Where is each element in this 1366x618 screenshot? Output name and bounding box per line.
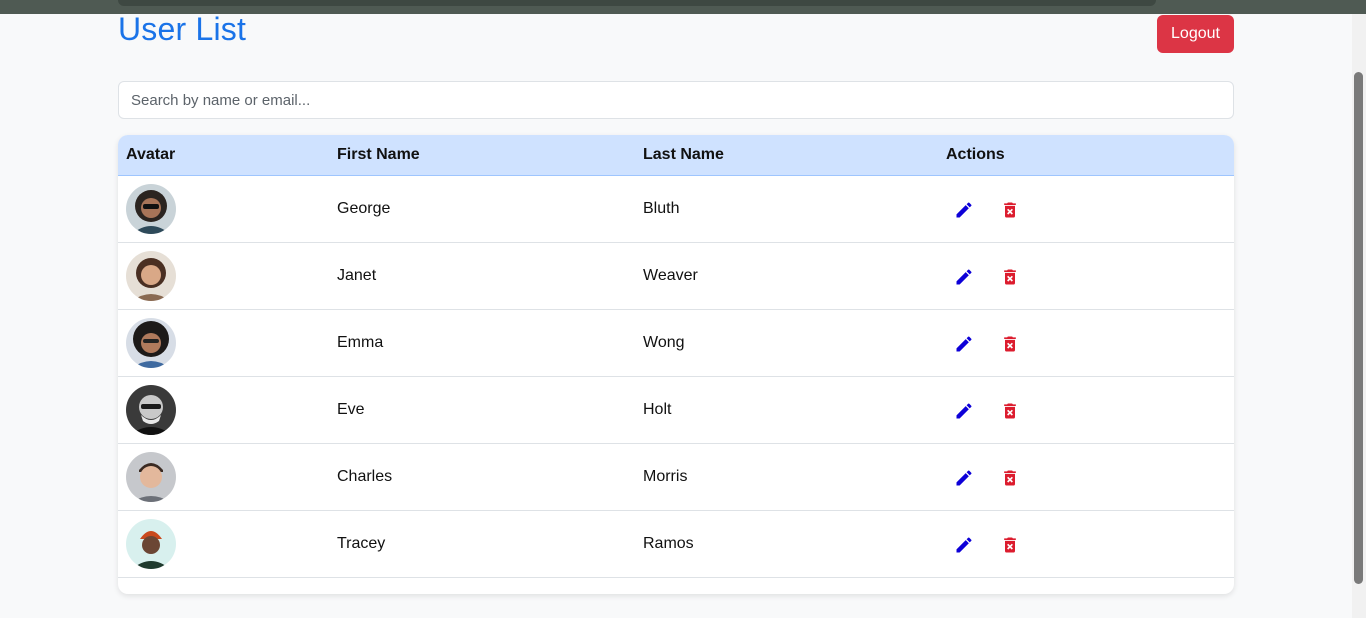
delete-icon[interactable] [1000, 468, 1020, 488]
first-name-cell: Charles [337, 468, 393, 485]
last-name-cell: Ramos [643, 535, 694, 552]
scrollbar-thumb[interactable] [1354, 72, 1363, 584]
logout-button[interactable]: Logout [1157, 15, 1234, 53]
column-header-first-name: First Name [337, 146, 420, 163]
last-name-cell: Morris [643, 468, 688, 485]
page-title: User List [118, 11, 247, 47]
first-name-cell: George [337, 200, 391, 217]
delete-icon[interactable] [1000, 200, 1020, 220]
first-name-cell: Eve [337, 401, 365, 418]
last-name-cell: Bluth [643, 200, 680, 217]
avatar [126, 318, 176, 368]
last-name-cell: Wong [643, 334, 685, 351]
avatar [126, 184, 176, 234]
table-row: Charles Morris [118, 444, 1234, 511]
table-row: Emma Wong [118, 310, 1234, 377]
table-row: George Bluth [118, 176, 1234, 243]
last-name-cell: Holt [643, 401, 672, 418]
table-row: Eve Holt [118, 377, 1234, 444]
table-row: Janet Weaver [118, 243, 1234, 310]
browser-top-bar-inner [118, 0, 1156, 6]
edit-icon[interactable] [954, 267, 974, 287]
column-header-actions: Actions [946, 146, 1005, 163]
avatar [126, 452, 176, 502]
edit-icon[interactable] [954, 468, 974, 488]
edit-icon[interactable] [954, 401, 974, 421]
delete-icon[interactable] [1000, 334, 1020, 354]
column-header-avatar: Avatar [126, 146, 176, 163]
delete-icon[interactable] [1000, 267, 1020, 287]
last-name-cell: Weaver [643, 267, 698, 284]
avatar [126, 251, 176, 301]
user-table: Avatar First Name Last Name Actions Geor… [118, 135, 1234, 594]
edit-icon[interactable] [954, 200, 974, 220]
first-name-cell: Emma [337, 334, 384, 351]
first-name-cell: Tracey [337, 535, 386, 552]
delete-icon[interactable] [1000, 401, 1020, 421]
edit-icon[interactable] [954, 334, 974, 354]
avatar [126, 385, 176, 435]
table-header: Avatar First Name Last Name Actions [118, 135, 1234, 176]
search-input[interactable] [118, 81, 1234, 119]
first-name-cell: Janet [337, 267, 377, 284]
column-header-last-name: Last Name [643, 146, 724, 163]
table-row: Tracey Ramos [118, 511, 1234, 578]
avatar [126, 519, 176, 569]
delete-icon[interactable] [1000, 535, 1020, 555]
edit-icon[interactable] [954, 535, 974, 555]
